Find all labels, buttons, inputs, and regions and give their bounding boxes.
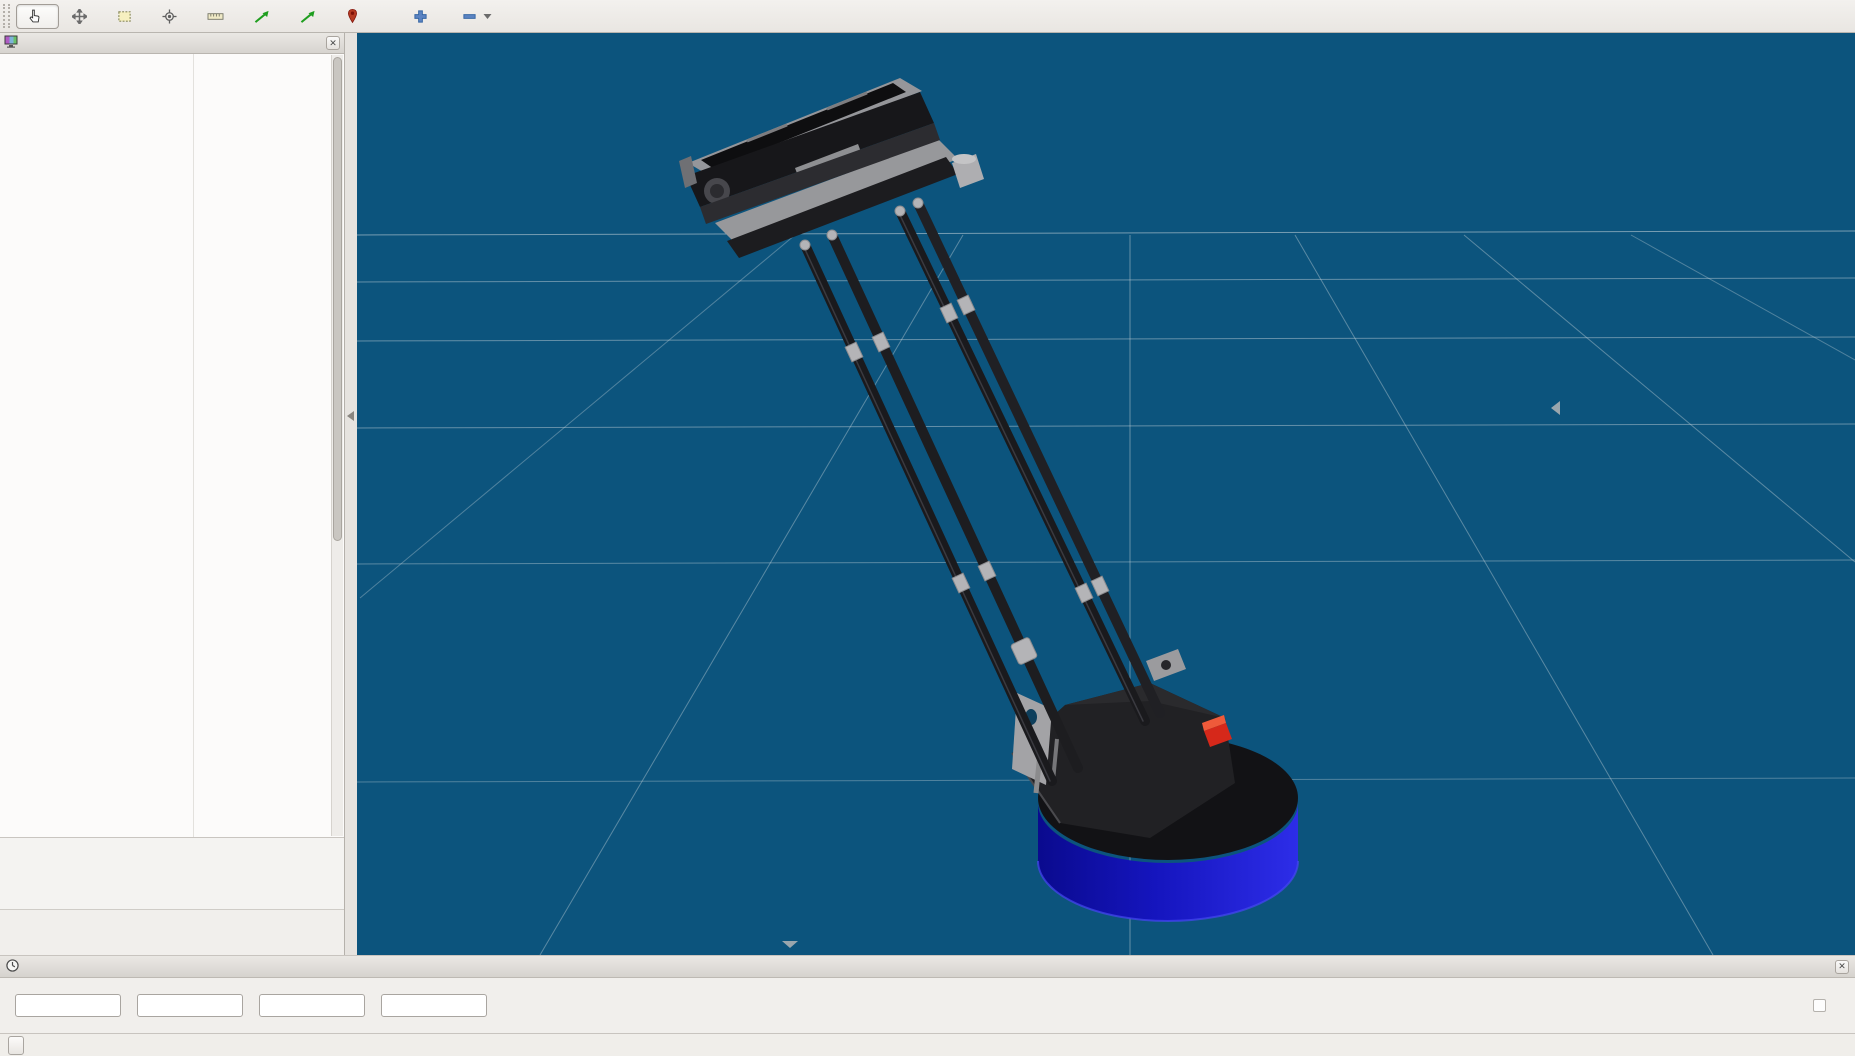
displays-tree [0, 54, 344, 838]
move-icon [72, 8, 87, 24]
ros-time-field [8, 994, 121, 1017]
collapse-left-icon[interactable] [347, 411, 354, 421]
tool-2d-pose-estimate[interactable] [243, 4, 287, 29]
close-icon[interactable]: ✕ [326, 36, 340, 50]
ros-time-input[interactable] [15, 994, 121, 1017]
3d-viewport-canvas[interactable] [357, 33, 1855, 955]
tool-select[interactable] [106, 4, 149, 29]
hand-icon [27, 9, 42, 24]
tool-2d-nav-goal[interactable] [289, 4, 333, 29]
chevron-down-icon [483, 13, 492, 20]
monitor-icon [4, 35, 18, 51]
time-panel-content [0, 978, 1855, 1033]
experimental-checkbox[interactable] [1813, 999, 1826, 1012]
tool-publish-point[interactable] [335, 3, 376, 29]
green-arrow-icon [254, 9, 270, 24]
tool-interact[interactable] [16, 3, 59, 29]
3d-viewport[interactable] [357, 33, 1855, 955]
toolbar [0, 0, 1855, 33]
wall-elapsed-field [374, 994, 487, 1017]
select-box-icon [117, 9, 132, 24]
remove-tool-button[interactable] [455, 4, 499, 29]
tree-scrollbar[interactable] [331, 55, 343, 836]
reset-button[interactable] [8, 1035, 24, 1055]
tool-measure[interactable] [196, 4, 241, 29]
ros-elapsed-field [130, 994, 243, 1017]
focus-crosshair-icon [162, 8, 177, 24]
ruler-icon [207, 9, 224, 24]
collapse-bottom-icon[interactable] [782, 941, 798, 948]
displays-button-row [0, 910, 344, 955]
clock-icon [6, 958, 19, 975]
displays-panel-titlebar[interactable]: ✕ [0, 33, 344, 54]
minus-icon [462, 9, 477, 24]
close-icon[interactable]: ✕ [1835, 959, 1849, 974]
toolbar-drag-handle[interactable] [3, 4, 10, 28]
wall-time-field [252, 994, 365, 1017]
time-panel-titlebar[interactable]: ✕ [0, 956, 1855, 978]
wall-time-input[interactable] [259, 994, 365, 1017]
wall-elapsed-input[interactable] [381, 994, 487, 1017]
green-arrow-icon [300, 9, 316, 24]
plus-icon [413, 9, 428, 24]
tool-move-camera[interactable] [61, 4, 104, 29]
map-pin-icon [346, 8, 359, 24]
rviz-window: ✕ ✕ [0, 0, 1855, 1056]
ros-elapsed-input[interactable] [137, 994, 243, 1017]
experimental-group [1813, 999, 1833, 1012]
tree-column-divider[interactable] [193, 54, 194, 837]
add-tool-button[interactable] [406, 4, 435, 29]
tree-scrollbar-thumb[interactable] [333, 57, 342, 542]
collapse-right-icon[interactable] [1551, 401, 1560, 415]
property-help-box [0, 838, 344, 910]
time-panel: ✕ [0, 955, 1855, 1033]
panel-splitter[interactable] [345, 33, 357, 955]
tool-focus-camera[interactable] [151, 4, 194, 29]
status-bar [0, 1033, 1855, 1056]
displays-panel: ✕ [0, 33, 345, 955]
